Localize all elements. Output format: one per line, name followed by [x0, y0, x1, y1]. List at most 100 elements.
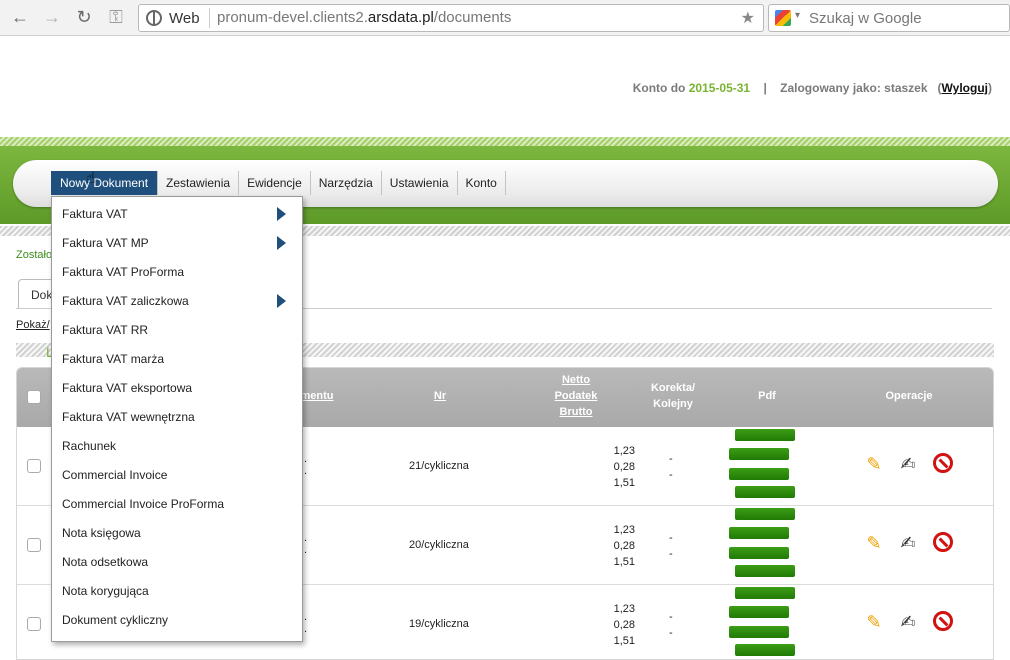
- menu-item-narzedzia[interactable]: Narzędzia: [311, 171, 382, 195]
- show-filters-link[interactable]: Pokaż/: [16, 319, 50, 331]
- row-amounts: 1,23 0,28 1,51: [589, 522, 635, 570]
- konto-label: Konto do: [632, 81, 686, 95]
- dropdown-item-faktura-vat-marza[interactable]: Faktura VAT marża: [62, 349, 164, 369]
- menu-item-zestawienia[interactable]: Zestawienia: [158, 171, 240, 195]
- menu-item-konto[interactable]: Konto: [458, 171, 506, 195]
- globe-icon: [146, 10, 162, 26]
- row-korekta-value: -: [669, 611, 673, 623]
- pdf-button[interactable]: [729, 626, 789, 638]
- row-brutto: 1,51: [613, 635, 635, 647]
- dropdown-item-nota-ksiegowa[interactable]: Nota księgowa: [62, 523, 141, 543]
- bookmark-star-icon[interactable]: ★: [741, 8, 755, 28]
- dropdown-item-commercial-invoice-proforma[interactable]: Commercial Invoice ProForma: [62, 494, 224, 514]
- row-number: 19/cykliczna: [409, 618, 469, 630]
- dropdown-item-dokument-cykliczny[interactable]: Dokument cykliczny: [62, 610, 168, 630]
- address-bar[interactable]: Web pronum-devel.clients2.arsdata.pl/doc…: [138, 4, 764, 32]
- edit-icon[interactable]: ✎: [863, 453, 885, 475]
- pdf-button[interactable]: [735, 486, 795, 498]
- menu-item-nowy-dokument[interactable]: Nowy Dokument: [51, 171, 159, 195]
- google-icon[interactable]: [775, 10, 791, 26]
- search-input[interactable]: Szukaj w Google: [809, 10, 922, 27]
- hand-cursor-icon: ☝: [86, 170, 96, 187]
- row-korekta: - -: [669, 609, 673, 641]
- row-netto: 1,23: [613, 445, 635, 457]
- pdf-button[interactable]: [729, 468, 789, 480]
- dropdown-item-rachunek[interactable]: Rachunek: [62, 436, 116, 456]
- menu-item-ewidencje[interactable]: Ewidencje: [239, 171, 311, 195]
- search-box[interactable]: ▾ Szukaj w Google: [768, 4, 1010, 32]
- header-nr[interactable]: Nr: [425, 390, 455, 402]
- select-all-checkbox[interactable]: [27, 390, 41, 404]
- browser-toolbar: ← → ↻ ⚿ Web pronum-devel.clients2.arsdat…: [0, 0, 1010, 36]
- dropdown-item-commercial-invoice[interactable]: Commercial Invoice: [62, 465, 167, 485]
- pdf-button[interactable]: [735, 565, 795, 577]
- dropdown-item-faktura-vat-mp[interactable]: Faktura VAT MP: [62, 233, 149, 253]
- back-icon[interactable]: ←: [9, 6, 31, 28]
- row-doc-fragment: .: [304, 453, 308, 465]
- row-doc-fragment: .: [304, 465, 308, 477]
- dropdown-item-nota-odsetkowa[interactable]: Nota odsetkowa: [62, 552, 148, 572]
- chevron-down-icon[interactable]: ▾: [795, 10, 800, 21]
- pdf-button[interactable]: [729, 448, 789, 460]
- row-korekta-value: -: [669, 532, 673, 544]
- submenu-arrow-icon[interactable]: [277, 294, 286, 308]
- row-amounts: 1,23 0,28 1,51: [589, 443, 635, 491]
- delete-icon[interactable]: [933, 532, 953, 552]
- header-brutto[interactable]: Brutto: [547, 406, 605, 418]
- edit-icon[interactable]: ✎: [863, 611, 885, 633]
- header-netto[interactable]: Netto: [547, 374, 605, 386]
- delete-icon[interactable]: [933, 453, 953, 473]
- web-label: Web: [169, 10, 200, 27]
- row-doc-fragment: .: [304, 544, 308, 556]
- header-podatek[interactable]: Podatek: [547, 390, 605, 402]
- header-operacje: Operacje: [885, 390, 933, 402]
- paren-close: ): [988, 81, 992, 95]
- row-checkbox[interactable]: [27, 538, 41, 552]
- dropdown-item-faktura-vat[interactable]: Faktura VAT: [62, 204, 128, 224]
- dropdown-item-nota-korygujaca[interactable]: Nota korygująca: [62, 581, 149, 601]
- header-dokumentu[interactable]: mentu: [297, 390, 337, 402]
- dropdown-item-faktura-vat-zaliczkowa[interactable]: Faktura VAT zaliczkowa: [62, 291, 189, 311]
- reload-icon[interactable]: ↻: [73, 6, 95, 28]
- row-korekta: - -: [669, 530, 673, 562]
- dropdown-item-faktura-vat-rr[interactable]: Faktura VAT RR: [62, 320, 148, 340]
- dropdown-item-faktura-vat-proforma[interactable]: Faktura VAT ProForma: [62, 262, 184, 282]
- edit-icon[interactable]: ✎: [863, 532, 885, 554]
- sign-document-icon[interactable]: ✍: [897, 611, 919, 633]
- logout-link[interactable]: Wyloguj: [942, 81, 988, 95]
- sign-document-icon[interactable]: ✍: [897, 453, 919, 475]
- pdf-button[interactable]: [735, 429, 795, 441]
- key-icon[interactable]: ⚿: [105, 6, 127, 28]
- row-doc-fragment: .: [304, 623, 308, 635]
- submenu-arrow-icon[interactable]: [277, 207, 286, 221]
- url-text[interactable]: pronum-devel.clients2.arsdata.pl/documen…: [217, 9, 511, 26]
- submenu-arrow-icon[interactable]: [277, 236, 286, 250]
- row-kolejny-value: -: [669, 548, 673, 560]
- row-kolejny-value: -: [669, 627, 673, 639]
- dropdown-item-faktura-vat-eksportowa[interactable]: Faktura VAT eksportowa: [62, 378, 192, 398]
- row-amounts: 1,23 0,28 1,51: [589, 601, 635, 649]
- pdf-button[interactable]: [735, 587, 795, 599]
- row-checkbox[interactable]: [27, 459, 41, 473]
- pdf-button[interactable]: [729, 547, 789, 559]
- row-netto: 1,23: [613, 603, 635, 615]
- pdf-button[interactable]: [729, 606, 789, 618]
- menu-item-ustawienia[interactable]: Ustawienia: [382, 171, 458, 195]
- separator: |: [763, 81, 767, 95]
- row-doc-fragment: .: [304, 611, 308, 623]
- pdf-button[interactable]: [729, 527, 789, 539]
- row-number: 21/cykliczna: [409, 460, 469, 472]
- row-brutto: 1,51: [613, 477, 635, 489]
- sign-document-icon[interactable]: ✍: [897, 532, 919, 554]
- row-podatek: 0,28: [613, 540, 635, 552]
- konto-date: 2015-05-31: [688, 81, 751, 95]
- pdf-button[interactable]: [735, 508, 795, 520]
- main-menu: Nowy Dokument Zestawienia Ewidencje Narz…: [51, 171, 506, 195]
- pdf-button[interactable]: [735, 644, 795, 656]
- dropdown-item-faktura-vat-wewnetrzna[interactable]: Faktura VAT wewnętrzna: [62, 407, 195, 427]
- row-podatek: 0,28: [613, 461, 635, 473]
- row-number: 20/cykliczna: [409, 539, 469, 551]
- forward-icon[interactable]: →: [41, 6, 63, 28]
- row-checkbox[interactable]: [27, 617, 41, 631]
- delete-icon[interactable]: [933, 611, 953, 631]
